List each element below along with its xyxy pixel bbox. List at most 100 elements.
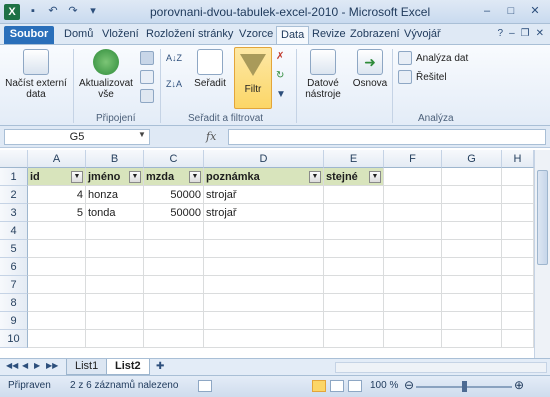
empty-cell[interactable]: [28, 240, 86, 258]
empty-cell[interactable]: [442, 204, 502, 222]
header-cell[interactable]: jméno ▼: [86, 168, 144, 186]
tab-view[interactable]: Zobrazení: [346, 26, 404, 44]
column-header[interactable]: E: [324, 150, 384, 168]
empty-cell[interactable]: [204, 222, 324, 240]
refresh-all-button[interactable]: Aktualizovat vše: [76, 49, 136, 100]
empty-cell[interactable]: [204, 294, 324, 312]
filter-dropdown-icon[interactable]: ▼: [71, 171, 83, 183]
header-cell[interactable]: stejné ▼: [324, 168, 384, 186]
zoom-level[interactable]: 100 %: [370, 380, 398, 391]
tab-data[interactable]: Data: [276, 26, 310, 44]
next-sheet-icon[interactable]: ▶: [34, 361, 40, 370]
filter-button[interactable]: Filtr: [234, 47, 272, 109]
empty-cell[interactable]: [502, 240, 534, 258]
close-icon[interactable]: ✕: [524, 3, 546, 20]
empty-cell[interactable]: [324, 312, 384, 330]
table-cell[interactable]: honza: [86, 186, 144, 204]
empty-cell[interactable]: [28, 276, 86, 294]
row-header[interactable]: 5: [0, 240, 28, 258]
redo-icon[interactable]: ↷: [66, 4, 80, 18]
minimize-ribbon-icon[interactable]: –: [509, 28, 515, 39]
filter-active-icon[interactable]: ▼: [369, 171, 381, 183]
empty-cell[interactable]: [502, 222, 534, 240]
empty-cell[interactable]: [502, 204, 534, 222]
empty-cell[interactable]: [442, 330, 502, 348]
scrollbar-thumb[interactable]: [537, 170, 548, 265]
empty-cell[interactable]: [86, 276, 144, 294]
empty-cell[interactable]: [28, 294, 86, 312]
customize-icon[interactable]: ▾: [86, 4, 100, 18]
empty-cell[interactable]: [86, 258, 144, 276]
table-cell[interactable]: [324, 186, 384, 204]
header-cell[interactable]: id ▼: [28, 168, 86, 186]
insert-function-icon[interactable]: fx: [206, 130, 216, 143]
table-cell[interactable]: 50000: [144, 186, 204, 204]
row-header[interactable]: 10: [0, 330, 28, 348]
row-header[interactable]: 2: [0, 186, 28, 204]
sort-za-button[interactable]: Z↓A: [166, 79, 182, 89]
row-header[interactable]: 7: [0, 276, 28, 294]
empty-cell[interactable]: [144, 294, 204, 312]
empty-cell[interactable]: [442, 294, 502, 312]
empty-cell[interactable]: [144, 276, 204, 294]
reapply-button[interactable]: ↻: [276, 70, 284, 81]
empty-cell[interactable]: [384, 330, 442, 348]
new-sheet-icon[interactable]: ✚: [156, 361, 164, 372]
zoom-in-icon[interactable]: ⊕: [514, 378, 524, 392]
edit-links-button[interactable]: [140, 89, 154, 103]
page-break-view-icon[interactable]: [348, 380, 362, 392]
empty-cell[interactable]: [502, 294, 534, 312]
empty-cell[interactable]: [204, 330, 324, 348]
column-header[interactable]: C: [144, 150, 204, 168]
row-header[interactable]: 4: [0, 222, 28, 240]
table-cell[interactable]: tonda: [86, 204, 144, 222]
sort-button[interactable]: Seřadit: [190, 49, 230, 89]
empty-cell[interactable]: [324, 294, 384, 312]
name-box-dropdown-icon[interactable]: ▼: [138, 130, 146, 139]
empty-cell[interactable]: [28, 222, 86, 240]
empty-cell[interactable]: [384, 204, 442, 222]
help-icon[interactable]: ?: [498, 28, 504, 39]
empty-cell[interactable]: [442, 312, 502, 330]
column-header[interactable]: H: [502, 150, 534, 168]
last-sheet-icon[interactable]: ▶▶: [46, 361, 58, 370]
name-box[interactable]: G5: [4, 129, 150, 145]
first-sheet-icon[interactable]: ◀◀: [6, 361, 18, 370]
empty-cell[interactable]: [384, 294, 442, 312]
empty-cell[interactable]: [502, 168, 534, 186]
page-layout-view-icon[interactable]: [330, 380, 344, 392]
tab-formulas[interactable]: Vzorce: [235, 26, 277, 44]
excel-logo-icon[interactable]: X: [4, 4, 20, 20]
filter-dropdown-icon[interactable]: ▼: [189, 171, 201, 183]
properties-button[interactable]: [140, 70, 154, 84]
empty-cell[interactable]: [204, 258, 324, 276]
empty-cell[interactable]: [384, 240, 442, 258]
select-all-corner[interactable]: [0, 150, 28, 168]
row-header[interactable]: 3: [0, 204, 28, 222]
advanced-filter-button[interactable]: ▼: [276, 89, 286, 100]
empty-cell[interactable]: [86, 330, 144, 348]
sheet-tab-list1[interactable]: List1: [66, 359, 108, 375]
empty-cell[interactable]: [384, 222, 442, 240]
clear-filter-button[interactable]: ✗: [276, 51, 284, 62]
tab-file[interactable]: Soubor: [4, 26, 54, 44]
empty-cell[interactable]: [442, 168, 502, 186]
column-header[interactable]: G: [442, 150, 502, 168]
tab-review[interactable]: Revize: [308, 26, 350, 44]
empty-cell[interactable]: [502, 186, 534, 204]
empty-cell[interactable]: [324, 240, 384, 258]
empty-cell[interactable]: [204, 240, 324, 258]
restore-icon[interactable]: ❐: [521, 28, 530, 39]
filter-dropdown-icon[interactable]: ▼: [129, 171, 141, 183]
normal-view-icon[interactable]: [312, 380, 326, 392]
minimize-icon[interactable]: –: [476, 3, 498, 20]
empty-cell[interactable]: [28, 258, 86, 276]
solver-button[interactable]: Řešitel: [398, 70, 447, 84]
column-header[interactable]: B: [86, 150, 144, 168]
table-cell[interactable]: strojař: [204, 204, 324, 222]
outline-button[interactable]: ➜ Osnova: [350, 49, 390, 89]
empty-cell[interactable]: [144, 222, 204, 240]
table-cell[interactable]: 4: [28, 186, 86, 204]
tab-developer[interactable]: Vývojář: [400, 26, 445, 44]
empty-cell[interactable]: [28, 330, 86, 348]
